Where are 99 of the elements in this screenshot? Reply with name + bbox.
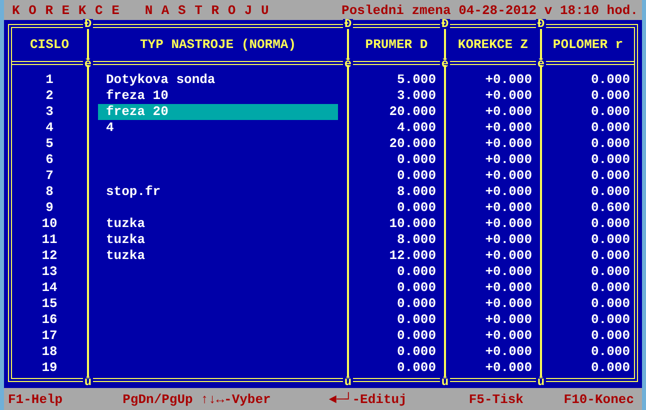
table-cell: 0.000: [590, 328, 630, 344]
table-cell: 7: [46, 168, 54, 184]
table-cell: +0.000: [485, 344, 532, 360]
table-cell: 18: [42, 344, 58, 360]
table-cell: 0.000: [590, 216, 630, 232]
table-cell: 0.000: [590, 344, 630, 360]
table-cell: 8: [46, 184, 54, 200]
tool-name-cell[interactable]: tuzka: [98, 248, 338, 264]
column-header: CISLO: [30, 37, 69, 52]
table-cell: 10.000: [389, 216, 436, 232]
table-cell: 19: [42, 360, 58, 376]
table-cell: 0.000: [590, 232, 630, 248]
table-cell: +0.000: [485, 120, 532, 136]
table-cell: 5.000: [396, 72, 436, 88]
table-cell: 0.000: [396, 200, 436, 216]
table-cell: 0.000: [590, 72, 630, 88]
table-cell: +0.000: [485, 152, 532, 168]
window-title: K O R E K C E N A S T R O J U: [12, 2, 270, 18]
table-cell: 3.000: [396, 88, 436, 104]
function-key-hint: F1-Help: [8, 392, 63, 406]
table-cell: 0.000: [590, 312, 630, 328]
table-cell: 0.000: [396, 152, 436, 168]
table-cell: 4: [46, 120, 54, 136]
column-header: PRUMER D: [365, 37, 428, 52]
tool-name-cell[interactable]: tuzka: [98, 216, 338, 232]
tool-name-cell[interactable]: freza 10: [98, 88, 338, 104]
table-cell: 11: [42, 232, 58, 248]
table-cell: 12: [42, 248, 58, 264]
table-cell: 20.000: [389, 104, 436, 120]
table-cell: 0.000: [590, 152, 630, 168]
table-cell: 0.000: [396, 312, 436, 328]
function-key-hint: F5-Tisk: [468, 392, 524, 406]
table-cell: 8.000: [396, 232, 436, 248]
table-cell: 6: [46, 152, 54, 168]
function-key-hint: ◄─┘-Edituj: [328, 392, 407, 406]
table-cell: 0.000: [590, 168, 630, 184]
table-cell: 8.000: [396, 184, 436, 200]
tool-name-cell[interactable]: 4: [98, 120, 338, 136]
table-cell: 0.000: [590, 296, 630, 312]
table-cell: +0.000: [485, 248, 532, 264]
tool-name-cell[interactable]: Dotykova sonda: [98, 72, 338, 88]
column-header: POLOMER r: [552, 37, 624, 52]
table-cell: 16: [42, 312, 58, 328]
junction-glyph: Đ: [343, 19, 353, 29]
table-cell: +0.000: [485, 168, 532, 184]
table-cell: +0.000: [485, 232, 532, 248]
table-cell: 1: [46, 72, 54, 88]
tool-name-cell[interactable]: tuzka: [98, 232, 338, 248]
table-cell: 0.000: [590, 248, 630, 264]
table-cell: +0.000: [485, 280, 532, 296]
table-cell: 0.000: [590, 280, 630, 296]
table-cell: 2: [46, 88, 54, 104]
table-cell: 0.000: [396, 360, 436, 376]
column-header: KOREKCE Z: [458, 37, 528, 52]
table-cell: 0.000: [396, 168, 436, 184]
table-cell: +0.000: [485, 296, 532, 312]
table-cell: 0.000: [590, 136, 630, 152]
table-cell: +0.000: [485, 328, 532, 344]
table-cell: +0.000: [485, 72, 532, 88]
table-cell: 0.000: [396, 344, 436, 360]
table-cell: +0.000: [485, 264, 532, 280]
table-cell: 17: [42, 328, 58, 344]
column-header: TYP NASTROJE (NORMA): [140, 37, 296, 52]
table-cell: 0.000: [396, 264, 436, 280]
table-cell: +0.000: [485, 312, 532, 328]
table-cell: 0.000: [590, 120, 630, 136]
junction-glyph: Đ: [536, 19, 546, 29]
table-cell: 12.000: [389, 248, 436, 264]
table-cell: +0.000: [485, 200, 532, 216]
table-cell: +0.000: [485, 104, 532, 120]
table-cell: 20.000: [389, 136, 436, 152]
table-cell: +0.000: [485, 136, 532, 152]
table-cell: 3: [46, 104, 54, 120]
table-cell: 0.000: [396, 296, 436, 312]
function-key-hint: PgDn/PgUp ↑↓↔-Vyber: [122, 392, 271, 406]
table-cell: 0.000: [396, 328, 436, 344]
table-cell: 15: [42, 296, 58, 312]
table-cell: 0.000: [396, 280, 436, 296]
table-cell: +0.000: [485, 360, 532, 376]
table-cell: 0.000: [590, 264, 630, 280]
table-cell: 0.000: [590, 88, 630, 104]
table-cell: 10: [42, 216, 58, 232]
table-cell: 0.000: [590, 184, 630, 200]
table-cell: 14: [42, 280, 58, 296]
table-cell: 4.000: [396, 120, 436, 136]
table-cell: 0.000: [590, 104, 630, 120]
last-change-text: Posledni zmena 04-28-2012 v 18:10 hod.: [342, 2, 638, 18]
table-cell: 9: [46, 200, 54, 216]
table-cell: 0.600: [590, 200, 630, 216]
function-key-hint: F10-Konec: [564, 392, 634, 406]
tool-name-cell[interactable]: stop.fr: [98, 184, 338, 200]
junction-glyph: Đ: [83, 19, 93, 29]
table-cell: +0.000: [485, 184, 532, 200]
table-cell: 5: [46, 136, 54, 152]
table-cell: +0.000: [485, 88, 532, 104]
table-cell: +0.000: [485, 216, 532, 232]
junction-glyph: Đ: [440, 19, 450, 29]
table-cell: 13: [42, 264, 58, 280]
table-cell: 0.000: [590, 360, 630, 376]
